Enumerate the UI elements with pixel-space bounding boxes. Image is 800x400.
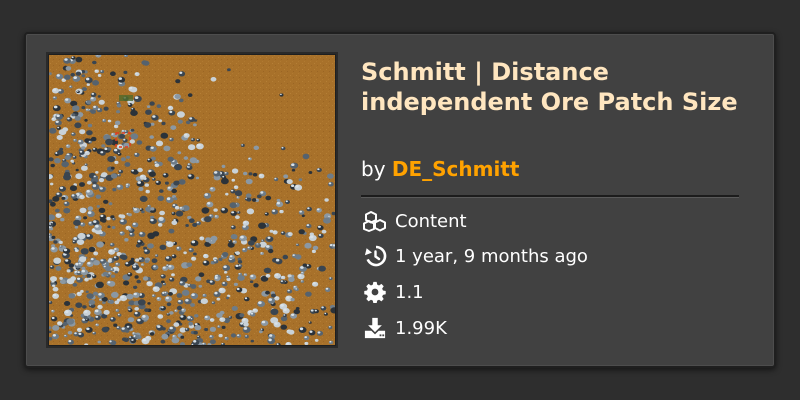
updated-row: 1 year, 9 months ago <box>362 243 588 269</box>
ore-patch-image <box>49 55 335 345</box>
version-row: 1.1 <box>362 279 424 305</box>
updated-value: 1 year, 9 months ago <box>395 245 588 267</box>
download-icon <box>362 315 388 341</box>
downloads-value: 1.99K <box>395 317 447 339</box>
mod-title[interactable]: Schmitt | Distance independent Ore Patch… <box>361 57 761 117</box>
by-label: by <box>361 157 386 181</box>
category-value: Content <box>395 210 467 232</box>
author-link[interactable]: DE_Schmitt <box>392 157 520 181</box>
downloads-row: 1.99K <box>362 315 447 341</box>
gear-icon <box>362 279 388 305</box>
history-icon <box>362 243 388 269</box>
category-row: Content <box>362 208 467 234</box>
cubes-icon <box>362 208 388 234</box>
mod-thumbnail[interactable] <box>48 54 336 346</box>
divider <box>361 195 739 198</box>
author-line: by DE_Schmitt <box>361 156 519 182</box>
version-value: 1.1 <box>395 281 424 303</box>
